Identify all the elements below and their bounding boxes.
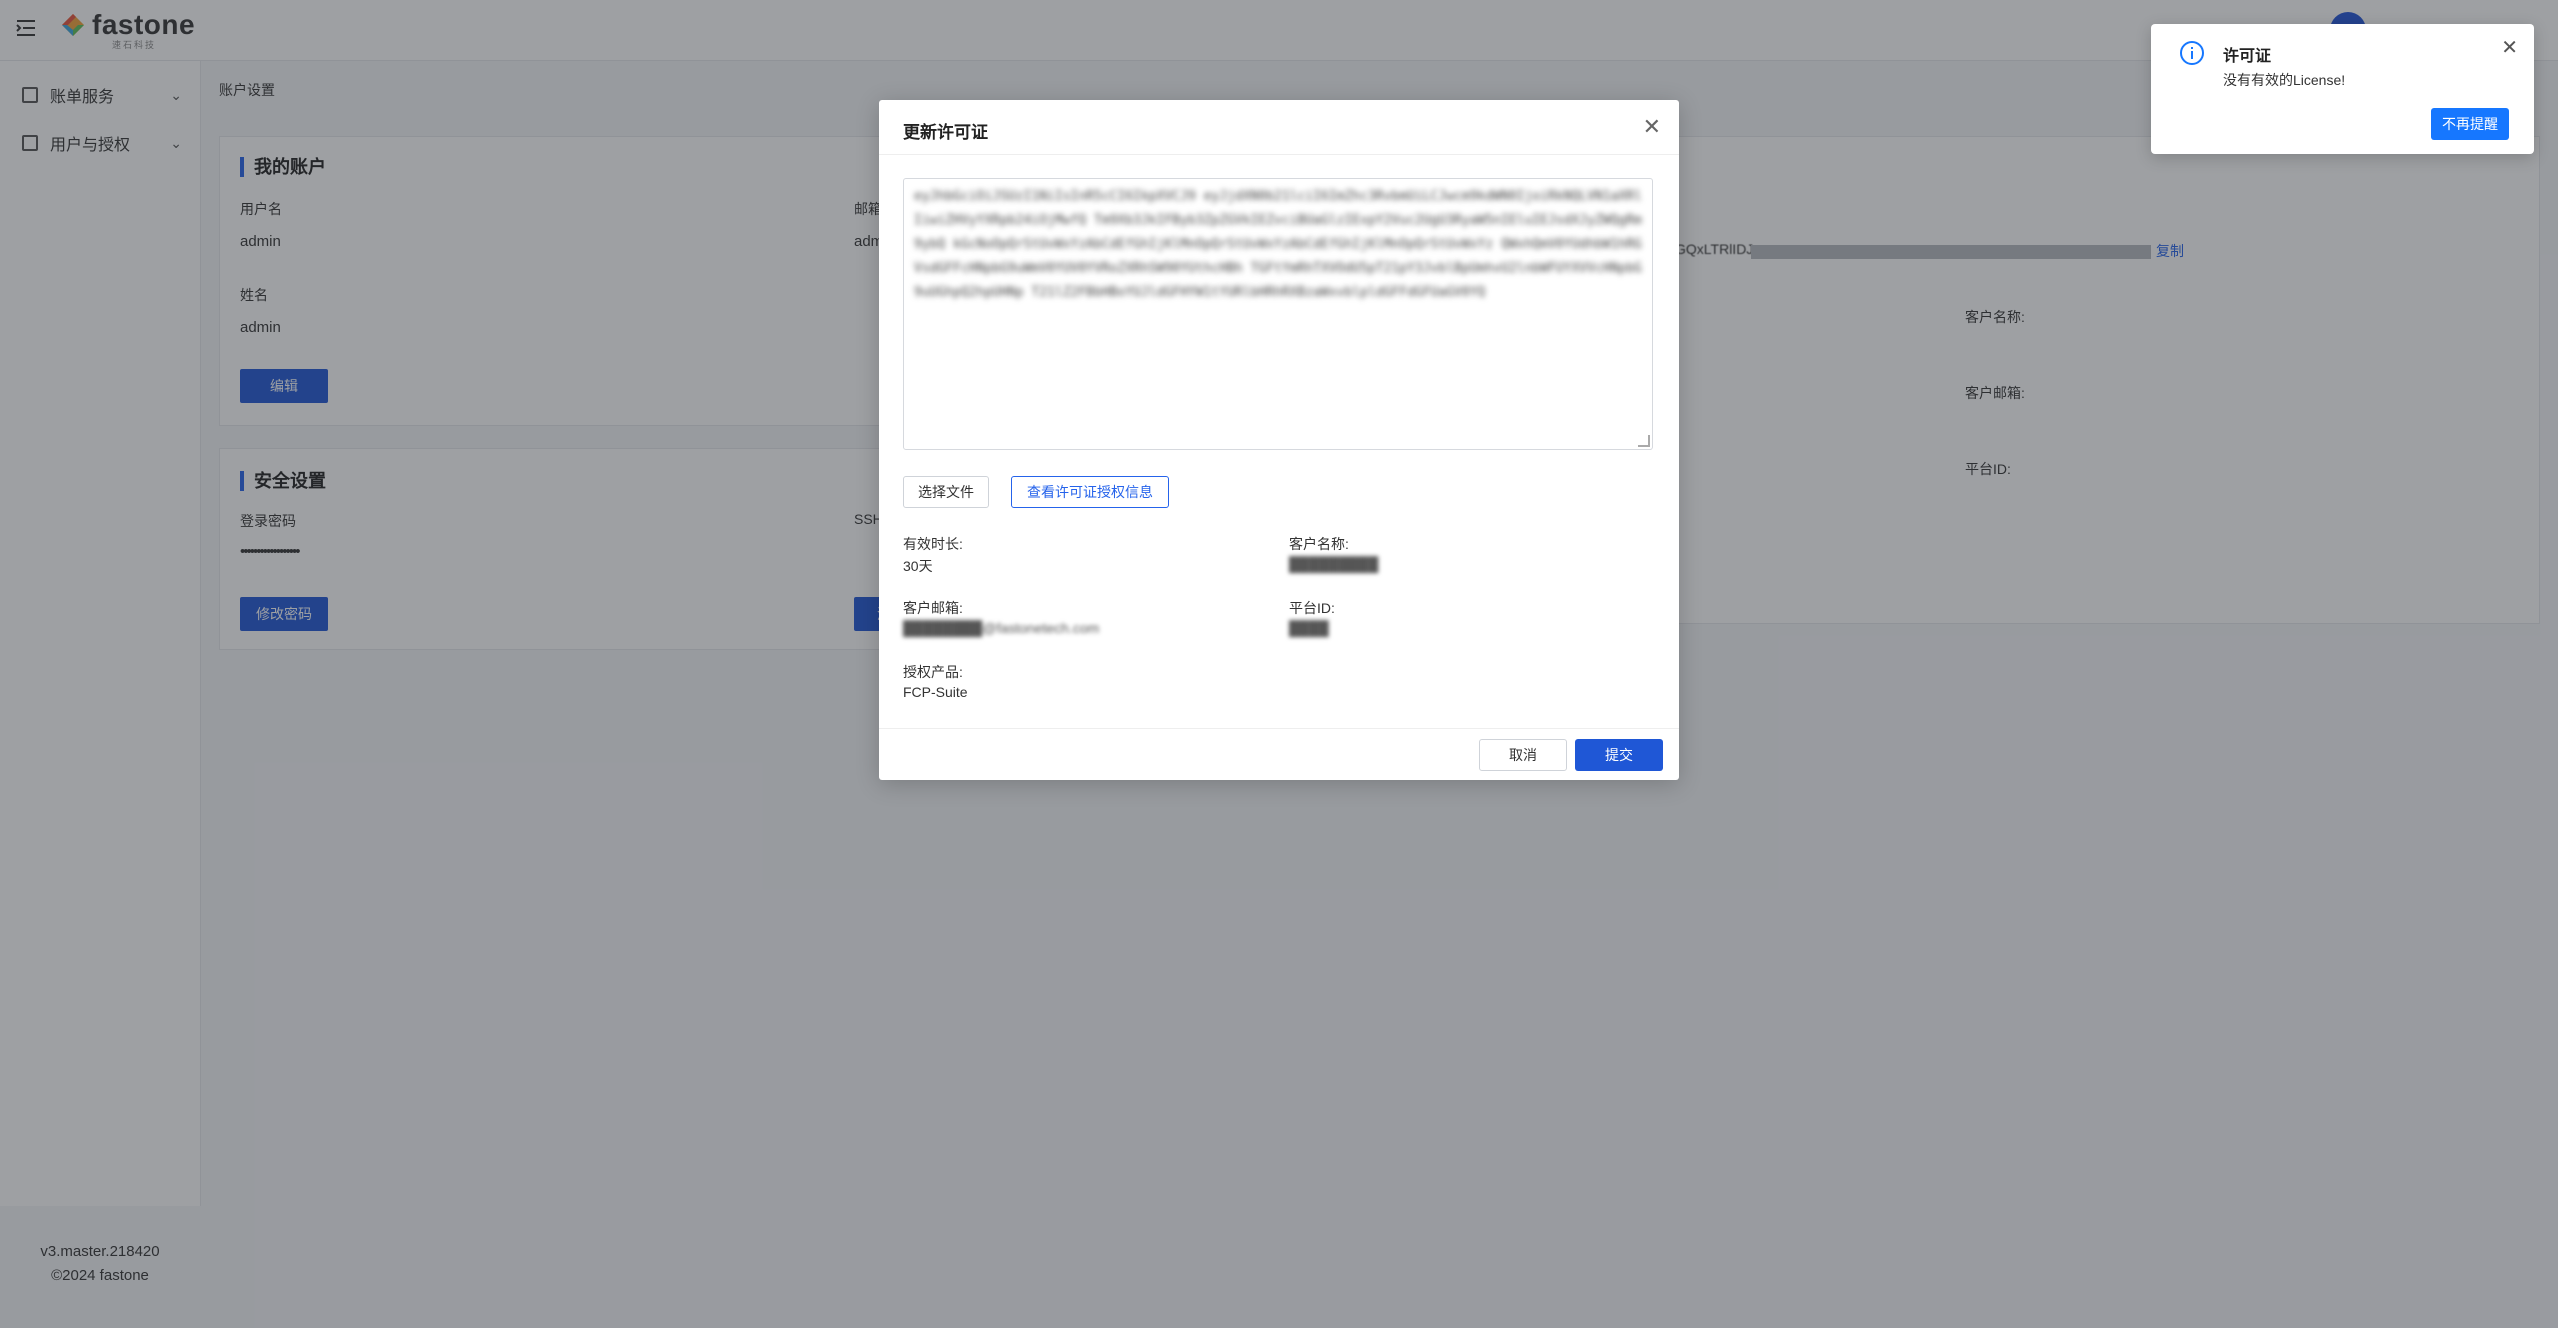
cancel-button[interactable]: 取消: [1479, 739, 1567, 771]
product-value: FCP-Suite: [903, 684, 968, 700]
platform-id-label: 平台ID:: [1289, 600, 1335, 616]
license-text: eyJhbGciOiJSUzI1NiIsInR5cCI6IkpXVCJ9 eyJ…: [914, 189, 1642, 300]
dont-remind-button[interactable]: 不再提醒: [2431, 108, 2509, 140]
divider: [879, 154, 1679, 155]
close-icon[interactable]: ✕: [1643, 116, 1661, 138]
duration-value: 30天: [903, 558, 933, 574]
license-textarea[interactable]: eyJhbGciOiJSUzI1NiIsInR5cCI6IkpXVCJ9 eyJ…: [903, 178, 1653, 450]
customer-email-label: 客户邮箱:: [903, 600, 963, 616]
view-license-info-button[interactable]: 查看许可证授权信息: [1011, 476, 1169, 508]
resize-handle-icon[interactable]: [1638, 435, 1650, 447]
platform-id-value: ████: [1289, 620, 1329, 636]
notification-message: 没有有效的License!: [2223, 72, 2346, 88]
submit-button[interactable]: 提交: [1575, 739, 1663, 771]
customer-name-value: █████████: [1289, 556, 1379, 572]
info-icon: [2180, 41, 2204, 65]
customer-email-value: ████████@fastonetech.com: [903, 620, 1100, 636]
update-license-dialog: 更新许可证 ✕ eyJhbGciOiJSUzI1NiIsInR5cCI6IkpX…: [879, 100, 1679, 780]
notification-title: 许可证: [2223, 48, 2272, 65]
product-label: 授权产品:: [903, 664, 963, 680]
select-file-button[interactable]: 选择文件: [903, 476, 989, 508]
close-icon[interactable]: ✕: [2501, 38, 2518, 58]
modal-title: 更新许可证: [903, 123, 988, 142]
customer-name-label: 客户名称:: [1289, 536, 1349, 552]
license-notification: 许可证 没有有效的License! ✕ 不再提醒: [2151, 24, 2534, 154]
divider: [879, 728, 1679, 729]
duration-label: 有效时长:: [903, 536, 963, 552]
